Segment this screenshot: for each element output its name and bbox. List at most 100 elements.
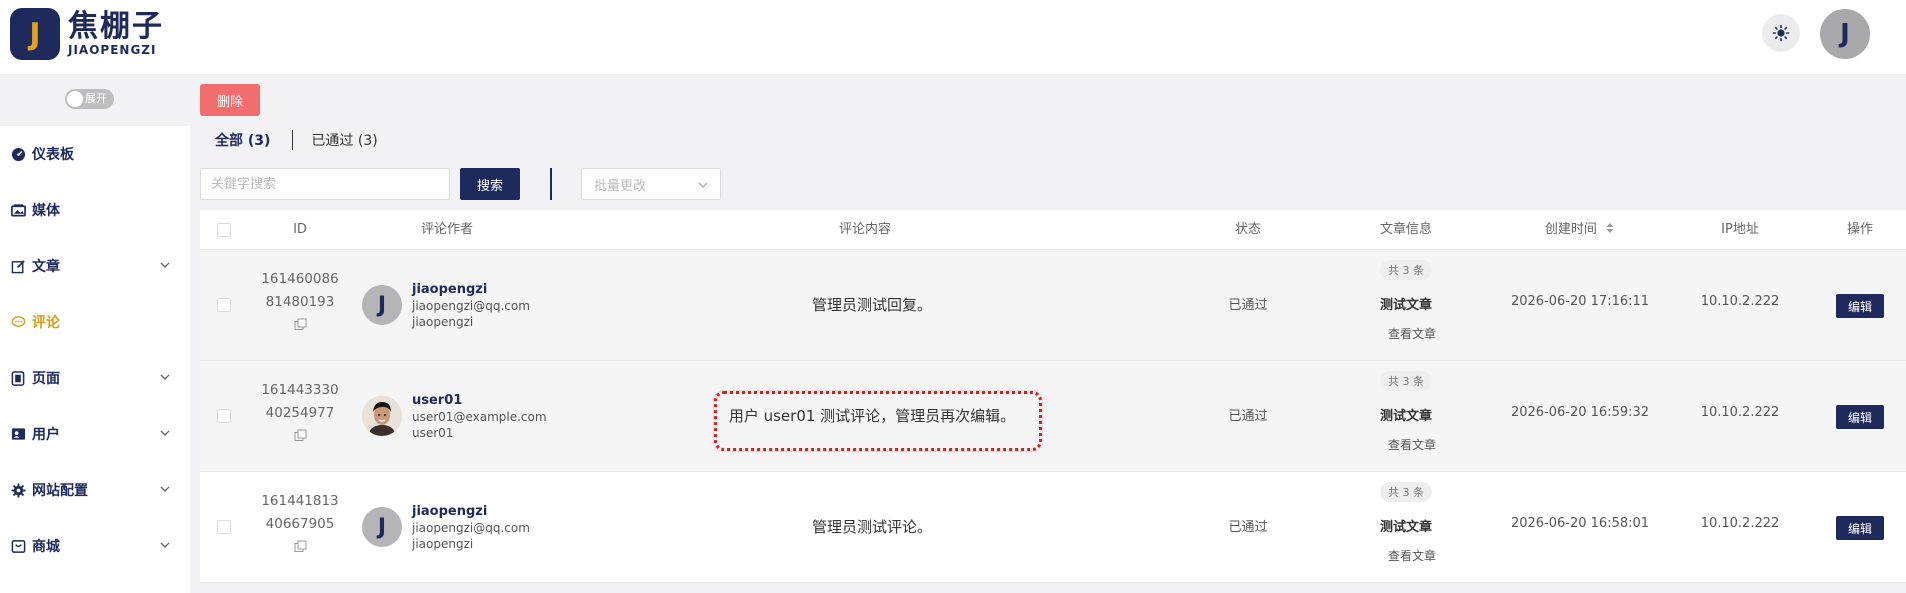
user-avatar[interactable]: J: [1820, 9, 1870, 59]
sidebar-item-label: 用户: [32, 427, 60, 443]
edit-button[interactable]: 编辑: [1836, 516, 1884, 540]
logo-name-en: JIAOPENGZI: [68, 43, 157, 57]
table-row: 161441813 40667905 J jiaopengzi jiaopeng…: [200, 472, 1906, 583]
edit-button[interactable]: 编辑: [1836, 405, 1884, 429]
sidebar-item-pages[interactable]: 页面: [0, 350, 190, 406]
sidebar-item-users[interactable]: 用户: [0, 406, 190, 462]
sort-icon[interactable]: [1605, 222, 1615, 234]
search-input[interactable]: [200, 168, 450, 200]
comment-id: 161443330 40254977: [255, 379, 345, 442]
sidebar-expand-toggle[interactable]: 展开: [65, 89, 114, 109]
comments-table: ID 评论作者 评论内容 状态 文章信息 创建时间 IP地址 操作 161460…: [200, 210, 1906, 593]
author-info: user01 user01@example.com user01: [412, 393, 547, 441]
person-photo-icon: [362, 396, 402, 436]
comment-id: 161441813 40667905: [255, 490, 345, 553]
author-login: user01: [412, 426, 454, 440]
author-email: jiaopengzi@qq.com: [412, 299, 530, 313]
author-info: jiaopengzi jiaopengzi@qq.com jiaopengzi: [412, 282, 530, 330]
article-title: 测试文章: [1379, 520, 1433, 535]
chevron-down-icon: [160, 486, 170, 492]
row-checkbox[interactable]: [217, 298, 231, 312]
media-icon: [10, 202, 26, 218]
comment-icon: [10, 314, 26, 330]
top-header: J 焦棚子 JIAOPENGZI J: [0, 0, 1906, 74]
search-button[interactable]: 搜索: [460, 168, 520, 200]
copy-icon[interactable]: [294, 318, 307, 331]
chevron-down-icon: [160, 430, 170, 436]
logo-mark: J: [10, 8, 60, 60]
sidebar-item-posts[interactable]: 文章: [0, 238, 190, 294]
author-info: jiaopengzi jiaopengzi@qq.com jiaopengzi: [412, 504, 530, 552]
theme-toggle-button[interactable]: [1762, 14, 1800, 52]
col-created[interactable]: 创建时间: [1545, 210, 1615, 250]
comment-content: 管理员测试回复。: [811, 296, 933, 314]
row-checkbox[interactable]: [217, 409, 231, 423]
created-time: 2026-06-20 17:16:11: [1510, 294, 1650, 309]
sidebar-item-comments[interactable]: 评论: [0, 294, 190, 350]
copy-icon[interactable]: [294, 540, 307, 553]
sidebar: 展开 仪表板 媒体 文章 评论 页面 用户 网站配置 商城: [0, 74, 190, 593]
created-time: 2026-06-20 16:58:01: [1510, 516, 1650, 531]
sidebar-item-shop[interactable]: 商城: [0, 518, 190, 574]
filter-tabs: 全部 (3) 已通过 (3): [215, 130, 378, 150]
bulk-action-placeholder: 批量更改: [594, 178, 647, 194]
col-author: 评论作者: [420, 222, 474, 237]
article-title: 测试文章: [1379, 409, 1433, 424]
table-header: ID 评论作者 评论内容 状态 文章信息 创建时间 IP地址 操作: [200, 210, 1906, 250]
ip-address: 10.10.2.222: [1700, 405, 1780, 420]
author-name[interactable]: jiaopengzi: [412, 504, 530, 520]
author-avatar-photo: [362, 396, 402, 436]
dashboard-icon: [10, 146, 26, 162]
col-ip: IP地址: [1721, 222, 1759, 237]
author-name[interactable]: jiaopengzi: [412, 282, 530, 298]
sidebar-item-label: 商城: [32, 539, 60, 555]
select-all-checkbox[interactable]: [217, 223, 231, 237]
view-article-link[interactable]: 查看文章: [1388, 325, 1436, 342]
view-article-link[interactable]: 查看文章: [1388, 436, 1436, 453]
ip-address: 10.10.2.222: [1700, 516, 1780, 531]
chevron-down-icon: [698, 182, 708, 188]
sidebar-item-media[interactable]: 媒体: [0, 182, 190, 238]
author-name[interactable]: user01: [412, 393, 547, 409]
shop-icon: [10, 538, 26, 554]
tab-all[interactable]: 全部 (3): [215, 130, 270, 150]
chevron-down-icon: [160, 262, 170, 268]
tab-approved[interactable]: 已通过 (3): [311, 130, 377, 150]
author-avatar: J: [362, 285, 402, 325]
delete-button[interactable]: 删除: [200, 84, 260, 116]
edit-button[interactable]: 编辑: [1836, 294, 1884, 318]
sidebar-item-site-config[interactable]: 网站配置: [0, 462, 190, 518]
comment-status: 已通过: [1228, 520, 1268, 535]
highlight-annotation: [714, 391, 1042, 451]
col-content: 评论内容: [838, 222, 892, 237]
logo[interactable]: J 焦棚子 JIAOPENGZI: [10, 8, 164, 60]
col-article: 文章信息: [1379, 222, 1433, 237]
page-icon: [10, 370, 26, 386]
comment-status: 已通过: [1228, 298, 1268, 313]
article-title: 测试文章: [1379, 298, 1433, 313]
author-login: jiaopengzi: [412, 537, 474, 551]
chevron-down-icon: [160, 542, 170, 548]
created-time: 2026-06-20 16:59:32: [1510, 405, 1650, 420]
sidebar-item-label: 网站配置: [32, 483, 88, 499]
col-actions: 操作: [1846, 222, 1874, 237]
toggle-label: 展开: [85, 92, 107, 105]
sidebar-item-label: 文章: [32, 259, 60, 275]
sidebar-item-dashboard[interactable]: 仪表板: [0, 126, 190, 182]
author-email: user01@example.com: [412, 410, 547, 424]
copy-icon[interactable]: [294, 429, 307, 442]
bulk-action-select[interactable]: 批量更改: [581, 168, 721, 200]
user-card-icon: [10, 426, 26, 442]
sidebar-item-label: 评论: [32, 315, 60, 331]
comment-count-badge: 共 3 条: [1380, 371, 1432, 391]
comment-status: 已通过: [1228, 409, 1268, 424]
col-id: ID: [293, 222, 307, 237]
edit-icon: [10, 258, 26, 274]
table-row: 161443330 40254977 user01 user01@example…: [200, 361, 1906, 472]
comment-count-badge: 共 3 条: [1380, 260, 1432, 280]
row-checkbox[interactable]: [217, 520, 231, 534]
sun-icon: [1772, 24, 1790, 42]
view-article-link[interactable]: 查看文章: [1388, 547, 1436, 564]
author-avatar: J: [362, 507, 402, 547]
sidebar-item-label: 媒体: [32, 203, 60, 219]
